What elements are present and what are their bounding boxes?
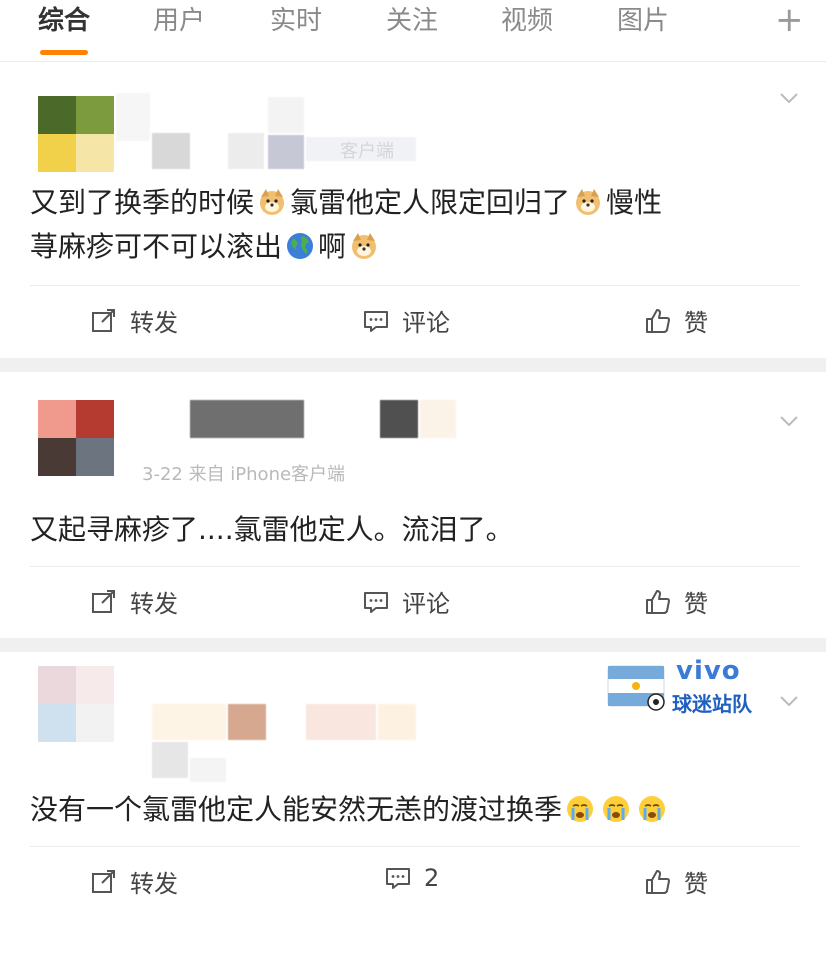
- post-card: 3-22 来自 iPhone客户端 又起寻麻疹了....氯雷他定人。流泪了。 转…: [0, 372, 826, 638]
- comment-button[interactable]: 2: [384, 864, 439, 892]
- comment-icon: [364, 310, 388, 332]
- crying-emoji-icon: [639, 796, 666, 822]
- repost-label: 转发: [130, 590, 178, 618]
- chevron-down-icon[interactable]: [778, 410, 800, 432]
- repost-label: 转发: [130, 309, 178, 337]
- add-tab-button[interactable]: +: [775, 2, 804, 38]
- post-text: 慢性: [606, 186, 663, 219]
- globe-emoji-icon: [287, 233, 314, 259]
- like-button[interactable]: 赞: [644, 303, 708, 338]
- crying-emoji-icon: [567, 796, 594, 822]
- avatar[interactable]: [38, 400, 114, 476]
- repost-button[interactable]: 转发: [90, 864, 178, 899]
- comment-count: 2: [424, 864, 440, 892]
- username-redacted: [420, 400, 456, 438]
- vivo-logo: vivo: [676, 656, 741, 686]
- repost-label: 转发: [130, 870, 178, 898]
- username-redacted: [116, 93, 150, 141]
- username-redacted: [152, 704, 226, 740]
- tab-users[interactable]: 用户: [153, 4, 205, 38]
- avatar[interactable]: [38, 96, 114, 172]
- thumbs-up-icon: [646, 869, 670, 894]
- fan-team-badge[interactable]: vivo 球迷站队: [606, 656, 766, 716]
- like-label: 赞: [684, 309, 708, 337]
- post-content: 没有一个氯雷他定人能安然无恙的渡过换季: [30, 788, 786, 832]
- post-text: 又起寻麻疹了....氯雷他定人。流泪了。: [30, 513, 514, 546]
- thumbs-up-icon: [646, 308, 670, 333]
- like-button[interactable]: 赞: [644, 584, 708, 619]
- repost-icon: [92, 308, 115, 332]
- repost-button[interactable]: 转发: [90, 584, 178, 619]
- post-content: 又起寻麻疹了....氯雷他定人。流泪了。: [30, 508, 786, 552]
- doge-emoji-icon: [260, 189, 285, 215]
- thumbs-up-icon: [646, 589, 670, 614]
- avatar[interactable]: [38, 666, 114, 742]
- meta-redacted: [152, 742, 188, 778]
- crying-emoji-icon: [603, 796, 630, 822]
- username-redacted: [268, 97, 304, 133]
- doge-emoji-icon: [352, 233, 377, 259]
- comment-button[interactable]: 评论: [362, 303, 450, 338]
- tab-realtime[interactable]: 实时: [270, 4, 322, 38]
- tab-comprehensive[interactable]: 综合: [38, 4, 90, 38]
- doge-emoji-icon: [576, 189, 601, 215]
- username-redacted: [380, 400, 418, 438]
- post-meta: 3-22 来自 iPhone客户端: [142, 464, 346, 485]
- username-redacted: [152, 133, 190, 169]
- tab-following[interactable]: 关注: [386, 4, 438, 38]
- comment-icon: [364, 591, 388, 613]
- username-redacted: [228, 704, 266, 740]
- active-tab-indicator: [40, 50, 88, 55]
- post-text: 荨麻疹可不可以滚出: [30, 230, 283, 263]
- badge-label: 球迷站队: [672, 692, 752, 716]
- divider: [30, 566, 800, 567]
- post-text: 没有一个氯雷他定人能安然无恙的渡过换季: [30, 793, 563, 826]
- comment-label: 评论: [402, 590, 450, 618]
- username-redacted: [228, 133, 264, 169]
- like-button[interactable]: 赞: [644, 864, 708, 899]
- like-label: 赞: [684, 590, 708, 618]
- repost-button[interactable]: 转发: [90, 303, 178, 338]
- username-redacted: [306, 704, 376, 740]
- post-separator: [0, 638, 826, 652]
- repost-icon: [92, 589, 115, 613]
- chevron-down-icon[interactable]: [778, 690, 800, 712]
- divider: [30, 285, 800, 286]
- tab-bar: 综合 用户 实时 关注 视频 图片 +: [0, 0, 826, 62]
- repost-icon: [92, 869, 115, 893]
- username-redacted: [268, 135, 304, 169]
- post-meta: 客户端: [340, 141, 394, 162]
- post-separator: [0, 358, 826, 372]
- meta-redacted: [190, 758, 226, 782]
- comment-icon: [386, 868, 410, 889]
- tab-images[interactable]: 图片: [617, 4, 669, 38]
- like-label: 赞: [684, 870, 708, 898]
- chevron-down-icon[interactable]: [778, 87, 800, 109]
- tab-videos[interactable]: 视频: [501, 4, 553, 38]
- post-card: 客户端 又到了换季的时候 氯雷他定人限定回归了 慢性荨麻疹可不可以滚出 啊 转发 评论…: [0, 63, 826, 358]
- username-redacted: [378, 704, 416, 740]
- post-content: 又到了换季的时候 氯雷他定人限定回归了 慢性荨麻疹可不可以滚出 啊: [30, 181, 786, 269]
- comment-label: 评论: [402, 309, 450, 337]
- post-text: 氯雷他定人限定回归了: [290, 186, 571, 219]
- username-redacted: [190, 400, 304, 438]
- post-text: 又到了换季的时候: [30, 186, 255, 219]
- divider: [30, 846, 800, 847]
- post-text: 啊: [318, 230, 347, 263]
- comment-button[interactable]: 评论: [362, 584, 450, 619]
